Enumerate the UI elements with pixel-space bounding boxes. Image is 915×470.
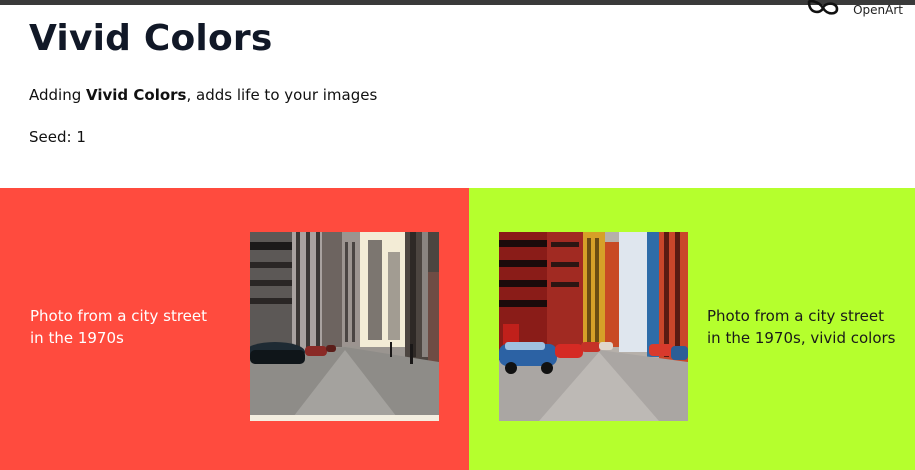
description-suffix: , adds life to your images — [186, 86, 378, 104]
page-description: Adding Vivid Colors, adds life to your i… — [29, 86, 377, 104]
caption-vivid: Photo from a city street in the 1970s, v… — [707, 305, 895, 349]
photo-vivid-city-street — [499, 232, 688, 421]
caption-vivid-line-1: Photo from a city street — [707, 307, 885, 325]
comparison-panel-vivid: Photo from a city street in the 1970s, v… — [469, 188, 915, 470]
top-bar — [0, 0, 915, 5]
caption-vivid-line-2: in the 1970s, vivid colors — [707, 329, 896, 347]
caption-original-line-2: in the 1970s — [30, 329, 124, 347]
openart-brand-link[interactable]: OpenArt — [807, 0, 903, 17]
description-prefix: Adding — [29, 86, 87, 104]
caption-original-line-1: Photo from a city street — [30, 307, 208, 325]
brand-name: OpenArt — [853, 3, 903, 17]
caption-original: Photo from a city street in the 1970s — [30, 305, 207, 349]
comparison-panel-original: Photo from a city street in the 1970s — [0, 188, 469, 470]
openart-logo-icon — [807, 0, 839, 15]
page-title: Vivid Colors — [29, 18, 273, 59]
description-bold: Vivid Colors — [86, 86, 187, 104]
photo-original-city-street — [250, 232, 439, 421]
seed-label: Seed: 1 — [29, 128, 86, 146]
